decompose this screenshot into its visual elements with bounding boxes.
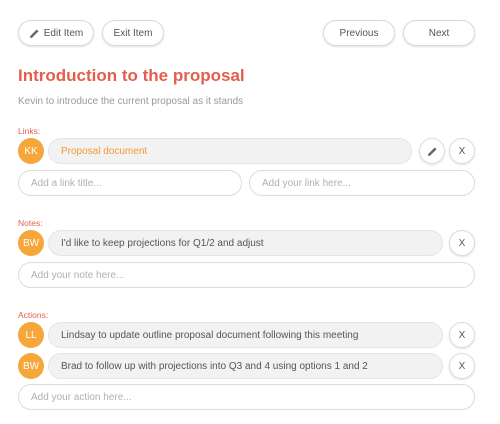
note-input[interactable] [18,262,475,288]
link-title-input[interactable] [18,170,242,196]
action-item[interactable]: Lindsay to update outline proposal docum… [48,322,443,348]
actions-label: Actions: [18,310,49,320]
edit-item-label: Edit Item [43,27,84,39]
remove-link-button[interactable]: X [449,138,475,164]
remove-note-button[interactable]: X [449,230,475,256]
exit-item-button[interactable]: Exit Item [102,20,164,46]
remove-action-button[interactable]: X [449,322,475,348]
action-item[interactable]: Brad to follow up with projections into … [48,353,443,379]
edit-item-button[interactable]: Edit Item [18,20,94,46]
next-button[interactable]: Next [403,20,475,46]
avatar: BW [18,353,44,379]
pencil-icon [29,28,40,39]
edit-link-button[interactable] [419,138,445,164]
item-title: Introduction to the proposal [18,66,245,85]
link-url-input[interactable] [249,170,475,196]
link-item[interactable]: Proposal document [48,138,412,164]
avatar: BW [18,230,44,256]
note-item[interactable]: I'd like to keep projections for Q1/2 an… [48,230,443,256]
remove-action-button[interactable]: X [449,353,475,379]
previous-button[interactable]: Previous [323,20,395,46]
links-label: Links: [18,126,41,136]
avatar: LL [18,322,44,348]
item-description: Kevin to introduce the current proposal … [18,96,244,107]
avatar: KK [18,138,44,164]
pencil-icon [427,146,438,157]
action-input[interactable] [18,384,475,410]
notes-label: Notes: [18,218,43,228]
